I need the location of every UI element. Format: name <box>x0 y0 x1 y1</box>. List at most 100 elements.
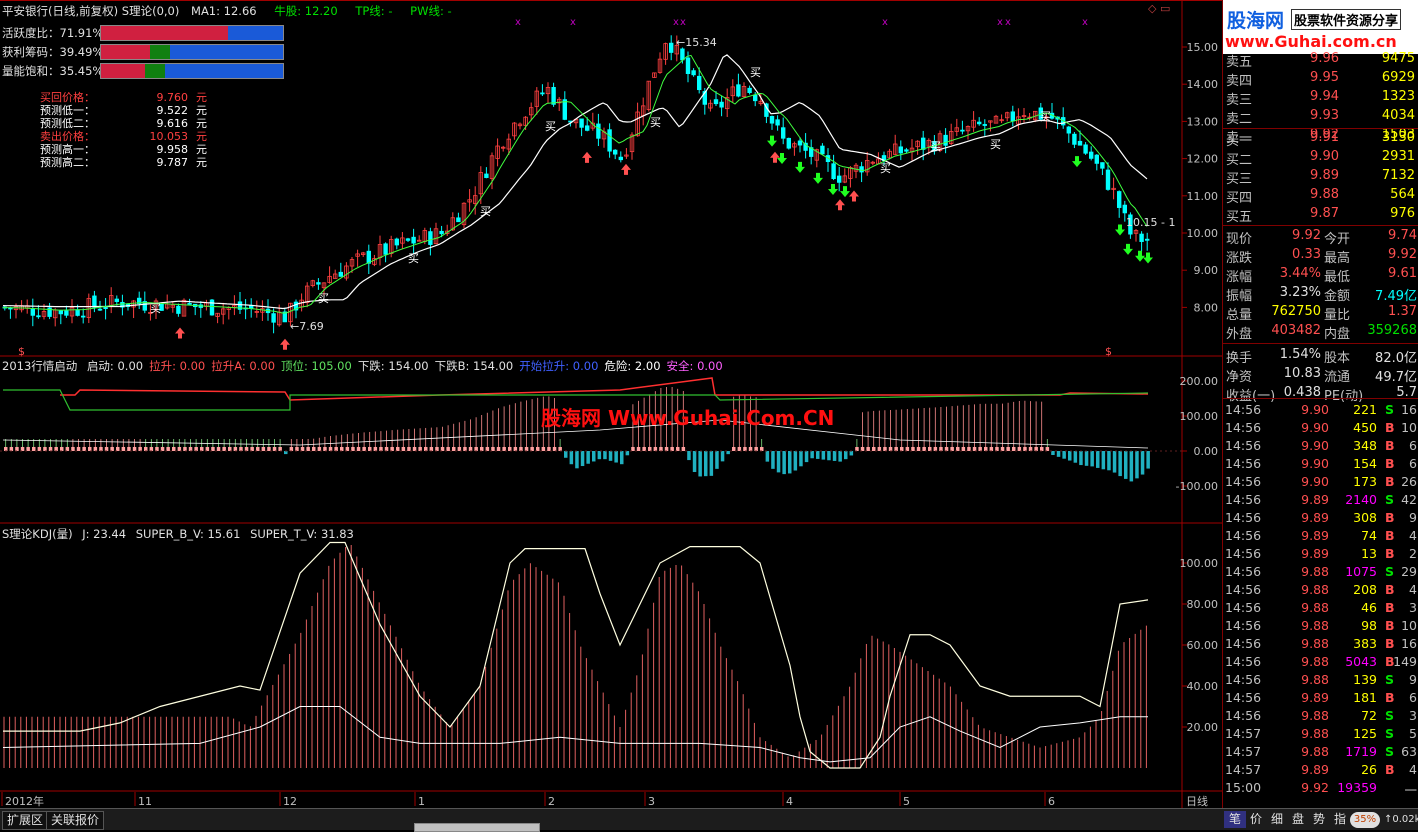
quote-l1: 净资 <box>1226 370 1253 385</box>
tick-n: 29 <box>1401 564 1417 579</box>
hist-bar <box>116 447 120 451</box>
candle <box>2 305 7 311</box>
tab-related-quotes[interactable]: 关联报价 <box>46 811 105 830</box>
hist-bar <box>1056 451 1061 457</box>
candle <box>304 282 310 308</box>
tick-row: 14:56 9.90 154 B 6 <box>1223 456 1418 474</box>
bid-row[interactable]: 买二 9.90 2931 <box>1223 149 1418 168</box>
hist-bar <box>177 447 182 451</box>
time-axis-label: 6 <box>1048 795 1055 808</box>
ask-row[interactable]: 卖四 9.95 6929 <box>1223 70 1418 89</box>
tick-f: B <box>1385 456 1395 471</box>
hist-bar <box>26 447 30 451</box>
hist-bar <box>552 447 557 451</box>
footer-tab[interactable]: 指 <box>1329 811 1351 828</box>
k-mark: x <box>1005 17 1011 28</box>
tick-v: 383 <box>1353 636 1377 651</box>
tick-v: 46 <box>1361 600 1377 615</box>
tick-row: 14:56 9.89 181 B 6 <box>1223 690 1418 708</box>
hist-bar <box>704 451 708 477</box>
tick-p: 9.89 <box>1301 762 1329 777</box>
quote-l2: 股本 <box>1324 351 1351 366</box>
indicator-bar <box>100 44 284 60</box>
candle <box>663 42 668 65</box>
ask-row[interactable]: 卖二 9.93 4034 <box>1223 108 1418 127</box>
footer-tab[interactable]: 价 <box>1245 811 1267 828</box>
bid-row[interactable]: 买五 9.87 976 <box>1223 206 1418 225</box>
candle <box>109 287 114 314</box>
tick-f: B <box>1385 600 1395 615</box>
candle <box>355 249 360 267</box>
tick-t: 14:57 <box>1225 744 1262 759</box>
tab-extension-area[interactable]: 扩展区 <box>2 811 49 830</box>
panel3-axis-label: 20.00 <box>1187 721 1219 734</box>
footer-tab[interactable]: 盘 <box>1287 811 1309 828</box>
high-label: ←15.34 <box>676 36 717 49</box>
candle <box>1089 146 1094 161</box>
candle <box>366 244 371 275</box>
candle <box>646 80 651 112</box>
tick-f: B <box>1385 582 1395 597</box>
hist-bar <box>648 447 652 451</box>
quote-row: 换手 1.54% 股本 82.0亿 <box>1223 347 1418 366</box>
tick-t: 14:56 <box>1225 474 1262 489</box>
tick-n: 9 <box>1409 510 1417 525</box>
candle <box>220 302 226 325</box>
tick-f: B <box>1385 474 1395 489</box>
quote-row: 涨幅 3.44% 最低 9.61 <box>1223 266 1418 285</box>
quote-l1: 总量 <box>1226 308 1253 323</box>
hist-bar <box>866 447 870 451</box>
footer-tab[interactable]: 笔 <box>1224 811 1246 828</box>
bid-row[interactable]: 买四 9.88 564 <box>1223 187 1418 206</box>
tick-v: 19359 <box>1337 780 1377 795</box>
candle <box>400 232 405 250</box>
tick-p: 9.88 <box>1301 600 1329 615</box>
bid-row[interactable]: 买一 9.91 3130 <box>1223 130 1418 149</box>
tick-n: 10 <box>1401 420 1417 435</box>
horizontal-scrollbar[interactable] <box>414 823 540 832</box>
quote-v2: 9.92 <box>1388 247 1417 262</box>
candle <box>136 291 142 309</box>
buy-label: 买 <box>1040 110 1051 123</box>
candle <box>1145 232 1150 251</box>
hist-bar <box>1006 447 1010 451</box>
tick-p: 9.88 <box>1301 708 1329 723</box>
hist-bar <box>748 447 753 451</box>
ask-row[interactable]: 卖三 9.94 1323 <box>1223 89 1418 108</box>
hist-bar <box>614 451 618 463</box>
hist-bar <box>407 447 411 451</box>
hist-bar <box>816 451 820 459</box>
ask-row[interactable]: 卖五 9.96 9475 <box>1223 51 1418 70</box>
bid-row[interactable]: 买三 9.89 7132 <box>1223 168 1418 187</box>
panel3-j: J: 23.44 <box>82 527 127 541</box>
hist-bar <box>872 447 876 451</box>
candle <box>416 235 422 242</box>
tp-value: TP线: - <box>355 4 393 18</box>
tick-p: 9.89 <box>1301 492 1329 507</box>
candle <box>226 306 231 320</box>
net-speed-value: 0.02k <box>1392 814 1418 825</box>
hist-bar <box>480 447 484 451</box>
tick-p: 9.88 <box>1301 636 1329 651</box>
tick-p: 9.88 <box>1301 744 1329 759</box>
window-controls[interactable]: ◇ ▭ <box>1148 2 1170 15</box>
footer-tab[interactable]: 细 <box>1266 811 1288 828</box>
tick-row: 14:56 9.88 383 B 16 <box>1223 636 1418 654</box>
quote-row: 现价 9.92 今开 9.74 <box>1223 228 1418 247</box>
hist-bar <box>194 447 198 451</box>
bid-vol: 7132 <box>1381 168 1415 183</box>
tick-row: 14:56 9.89 308 B 9 <box>1223 510 1418 528</box>
bid-label: 买三 <box>1226 172 1253 187</box>
main-chart-title: 平安银行(日线,前复权) S理论(0,0) <box>2 4 180 18</box>
tick-v: 221 <box>1353 402 1377 417</box>
quote-v2: 9.74 <box>1388 228 1417 243</box>
footer-tab[interactable]: 势 <box>1308 811 1330 828</box>
sell-arrow <box>777 152 787 164</box>
tick-v: 98 <box>1361 618 1377 633</box>
hist-bar <box>928 447 932 451</box>
tick-t: 14:56 <box>1225 636 1262 651</box>
candle <box>1139 231 1144 252</box>
tick-f: B <box>1385 546 1395 561</box>
hist-bar <box>300 447 305 451</box>
candle <box>971 111 976 132</box>
